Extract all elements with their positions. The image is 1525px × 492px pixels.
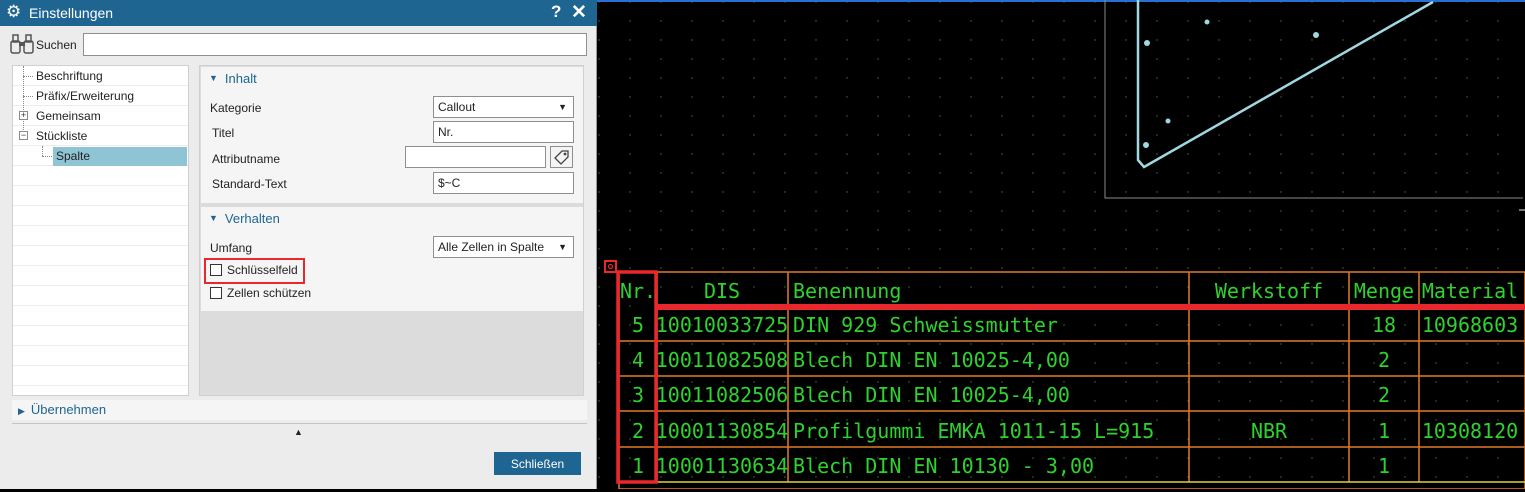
cell-menge[interactable]: 18 — [1372, 313, 1396, 337]
chevron-down-icon: ▼ — [209, 213, 218, 223]
kategorie-select[interactable]: Callout ▼ — [433, 96, 574, 118]
umfang-select[interactable]: Alle Zellen in Spalte ▼ — [433, 236, 574, 258]
standard-text-field[interactable]: $~C — [433, 172, 574, 194]
dialog-titlebar[interactable]: ⚙ Einstellungen ? ✕ — [0, 0, 597, 26]
tree-item-gemeinsam[interactable]: Gemeinsam — [36, 106, 101, 126]
attributname-label: Attributname — [212, 152, 281, 166]
settings-tree: Beschriftung Präfix/Erweiterung + Gemein… — [12, 65, 189, 396]
section-inhalt: ▼ Inhalt Kategorie Callout ▼ Titel Nr. At… — [201, 67, 583, 203]
tag-icon — [554, 150, 569, 165]
cell-nr[interactable]: 5 — [632, 313, 644, 337]
cell-nr[interactable]: 1 — [632, 454, 644, 478]
cell-dis[interactable]: 10001130854 — [656, 419, 788, 443]
chevron-down-icon: ▼ — [558, 242, 567, 252]
cell-nr[interactable]: 3 — [632, 383, 644, 407]
chevron-right-icon: ▶ — [18, 406, 25, 416]
cell-benennung[interactable]: Blech DIN EN 10025-4,00 — [793, 348, 1070, 372]
zellen-schuetzen-checkbox[interactable] — [210, 287, 222, 299]
grid-dots — [597, 0, 1525, 489]
cell-dis[interactable]: 10010033725 — [656, 313, 788, 337]
section-verhalten: ▼ Verhalten Umfang Alle Zellen in Spalte … — [201, 207, 583, 311]
chevron-down-icon: ▼ — [558, 102, 567, 112]
header-material[interactable]: Material — [1422, 279, 1518, 303]
apply-section[interactable]: ▶ Übernehmen — [12, 400, 587, 420]
chevron-up-icon[interactable]: ▲ — [294, 427, 303, 437]
dialog-title: Einstellungen — [29, 5, 114, 21]
search-row: Suchen — [0, 30, 597, 60]
drawing-area: Nr. DIS Benennung Werkstoff Menge Materi… — [597, 0, 1525, 490]
gear-icon: ⚙ — [6, 2, 22, 21]
header-dis[interactable]: DIS — [704, 279, 740, 303]
cell-menge[interactable]: 1 — [1378, 419, 1390, 443]
section-header-verhalten[interactable]: ▼ Verhalten — [209, 211, 280, 226]
titel-label: Titel — [212, 126, 235, 140]
cell-dis[interactable]: 10011082508 — [656, 348, 788, 372]
close-button[interactable]: Schließen — [494, 452, 581, 475]
section-header-inhalt[interactable]: ▼ Inhalt — [209, 71, 257, 86]
cell-benennung[interactable]: Profilgummi EMKA 1011-15 L=915 — [793, 419, 1154, 443]
header-nr[interactable]: Nr. — [620, 279, 656, 303]
cell-benennung[interactable]: Blech DIN EN 10025-4,00 — [793, 383, 1070, 407]
umfang-label: Umfang — [210, 241, 253, 255]
header-werkstoff[interactable]: Werkstoff — [1215, 279, 1323, 303]
attributname-field[interactable] — [405, 146, 546, 168]
search-input[interactable] — [83, 33, 587, 56]
cell-menge[interactable]: 2 — [1378, 348, 1390, 372]
collapse-icon[interactable]: − — [19, 131, 28, 140]
cad-canvas[interactable]: Nr. DIS Benennung Werkstoff Menge Materi… — [597, 0, 1525, 490]
collapse-divider: ▲ — [12, 423, 587, 441]
kategorie-label: Kategorie — [210, 101, 262, 115]
property-panel: ▼ Inhalt Kategorie Callout ▼ Titel Nr. At… — [199, 65, 584, 396]
tree-item-praefix-erweiterung[interactable]: Präfix/Erweiterung — [36, 86, 134, 106]
cell-nr[interactable]: 4 — [632, 348, 644, 372]
chevron-down-icon: ▼ — [209, 73, 218, 83]
cell-benennung[interactable]: DIN 929 Schweissmutter — [793, 313, 1058, 337]
help-button[interactable]: ? — [551, 2, 561, 22]
cell-dis[interactable]: 10001130634 — [656, 454, 788, 478]
expand-icon[interactable]: + — [19, 111, 28, 120]
attribute-picker-button[interactable] — [550, 146, 573, 168]
tree-item-stueckliste[interactable]: Stückliste — [36, 126, 87, 146]
settings-dialog: ⚙ Einstellungen ? ✕ Suchen Beschriftung … — [0, 0, 597, 489]
binoculars-icon — [10, 34, 34, 54]
standard-text-label: Standard-Text — [212, 177, 287, 191]
cell-material[interactable]: 10968603 — [1422, 313, 1518, 337]
schluesselfeld-checkbox[interactable] — [210, 264, 222, 276]
cell-menge[interactable]: 2 — [1378, 383, 1390, 407]
zellen-schuetzen-label[interactable]: Zellen schützen — [227, 286, 311, 300]
cell-menge[interactable]: 1 — [1378, 454, 1390, 478]
cell-benennung[interactable]: Blech DIN EN 10130 - 3,00 — [793, 454, 1094, 478]
cell-material[interactable]: 10308120 — [1422, 419, 1518, 443]
schluesselfeld-label[interactable]: Schlüsselfeld — [227, 263, 298, 277]
tree-item-beschriftung[interactable]: Beschriftung — [36, 66, 103, 86]
cell-werkstoff[interactable]: NBR — [1251, 419, 1288, 443]
header-menge[interactable]: Menge — [1354, 279, 1414, 303]
search-label: Suchen — [36, 38, 77, 52]
close-icon[interactable]: ✕ — [571, 1, 587, 24]
titel-field[interactable]: Nr. — [433, 121, 574, 143]
apply-label: Übernehmen — [30, 402, 107, 417]
cell-dis[interactable]: 10011082506 — [656, 383, 788, 407]
header-benennung[interactable]: Benennung — [793, 279, 901, 303]
cell-nr[interactable]: 2 — [632, 419, 644, 443]
tree-item-spalte[interactable]: Spalte — [56, 146, 90, 166]
